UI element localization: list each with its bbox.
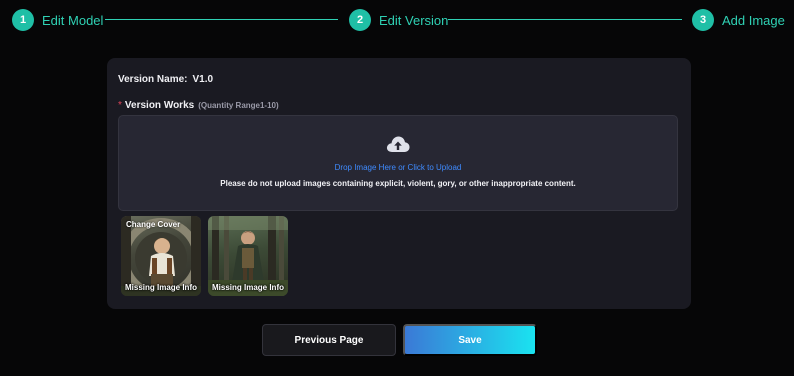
- step-number: 2: [349, 9, 371, 31]
- missing-image-info-label: Missing Image Info: [211, 283, 284, 292]
- image-thumbnail[interactable]: Missing Image Info: [208, 216, 288, 296]
- step-number: 1: [12, 9, 34, 31]
- change-cover-label[interactable]: Change Cover: [126, 220, 180, 229]
- step-connector: [105, 19, 338, 20]
- version-name-row: Version Name: V1.0: [118, 74, 213, 85]
- cloud-upload-icon: [386, 136, 410, 152]
- save-button[interactable]: Save: [403, 324, 537, 356]
- step-connector: [448, 19, 682, 20]
- content-warning: Please do not upload images containing e…: [220, 179, 576, 188]
- previous-page-button[interactable]: Previous Page: [262, 324, 396, 356]
- version-card: Version Name: V1.0 * Version Works (Quant…: [107, 58, 691, 309]
- step-edit-version[interactable]: 2 Edit Version: [349, 8, 448, 32]
- image-dropzone[interactable]: Drop Image Here or Click to Upload Pleas…: [118, 115, 678, 211]
- stepper: 1 Edit Model 2 Edit Version 3 Add Image: [12, 8, 785, 32]
- dropzone-cta[interactable]: Drop Image Here or Click to Upload: [119, 163, 677, 172]
- version-name-value: V1.0: [192, 74, 214, 85]
- quantity-range-hint: (Quantity Range1-10): [198, 101, 279, 110]
- version-works-row: * Version Works (Quantity Range1-10): [118, 100, 279, 111]
- missing-image-info-label: Missing Image Info: [124, 283, 197, 292]
- version-works-label: Version Works: [124, 100, 195, 111]
- required-mark: *: [118, 100, 122, 111]
- step-label: Add Image: [722, 12, 785, 28]
- version-name-label: Version Name:: [118, 74, 188, 85]
- image-thumbnail[interactable]: Change Cover Missing Image Info: [121, 216, 201, 296]
- step-add-image[interactable]: 3 Add Image: [692, 8, 785, 32]
- step-label: Edit Version: [379, 12, 449, 28]
- step-label: Edit Model: [42, 12, 104, 28]
- step-edit-model[interactable]: 1 Edit Model: [12, 8, 103, 32]
- step-number: 3: [692, 9, 714, 31]
